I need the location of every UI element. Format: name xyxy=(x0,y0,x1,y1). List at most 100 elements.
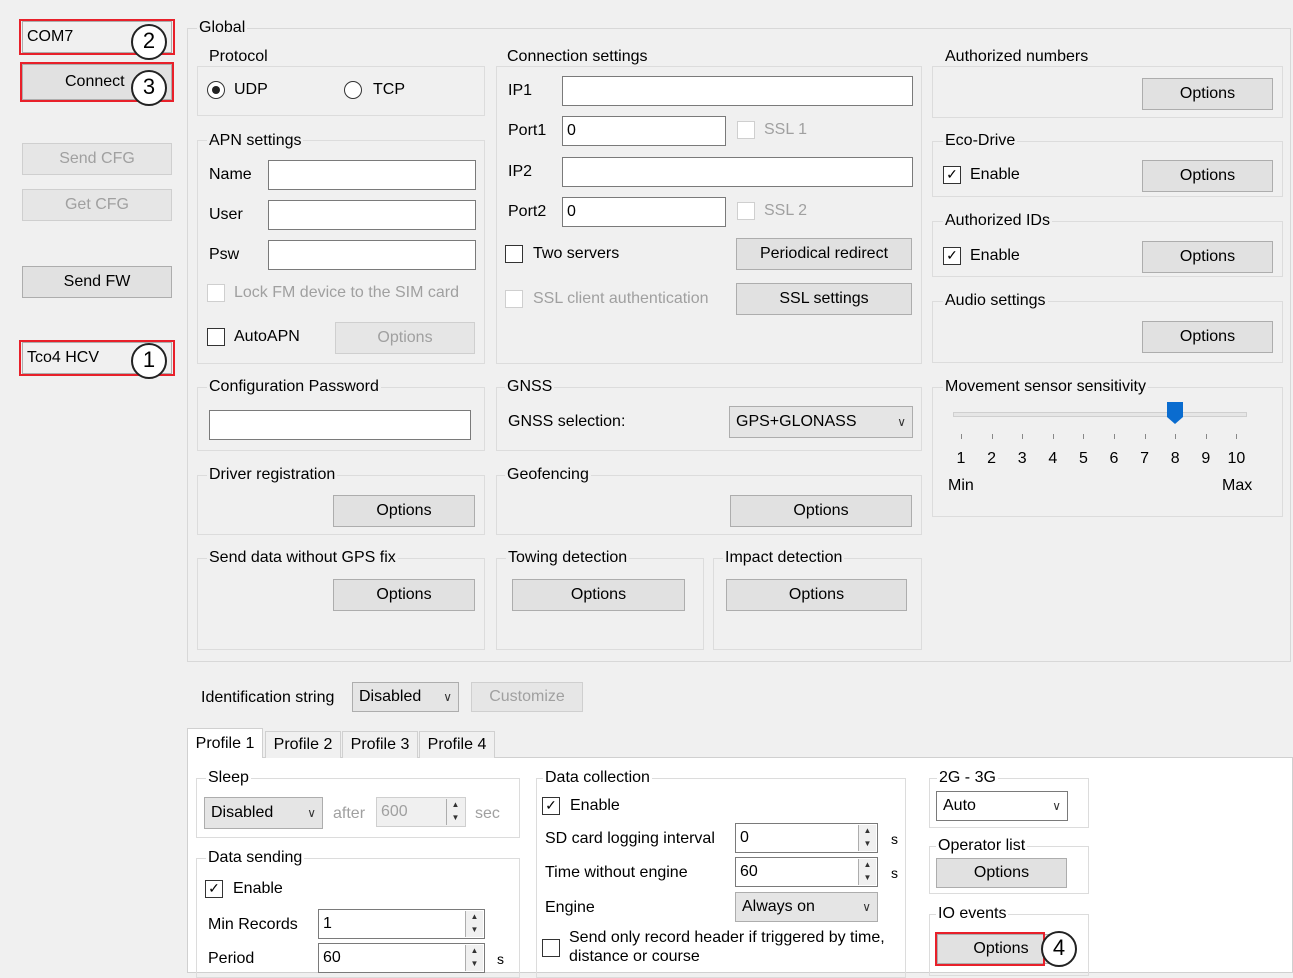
data-sending-enable-checkbox[interactable]: ✓ xyxy=(205,880,223,898)
chevron-down-icon: ∨ xyxy=(307,806,316,820)
slider-tick xyxy=(1083,434,1085,439)
two-servers-label: Two servers xyxy=(533,245,620,262)
port2-input[interactable]: 0 xyxy=(562,197,726,227)
ssl-settings-button[interactable]: SSL settings xyxy=(736,283,912,315)
apn-psw-input[interactable] xyxy=(268,240,476,270)
ip1-input[interactable] xyxy=(562,76,913,106)
ip2-input[interactable] xyxy=(562,157,913,187)
tab-profile-3[interactable]: Profile 3 xyxy=(342,731,418,758)
get-cfg-button[interactable]: Get CFG xyxy=(22,189,172,221)
apn-user-input[interactable] xyxy=(268,200,476,230)
period-input[interactable]: 60 ▲ ▼ xyxy=(318,943,485,973)
geofencing-options-button[interactable]: Options xyxy=(730,495,912,527)
io-events-title: IO events xyxy=(936,905,1009,923)
data-sending-title: Data sending xyxy=(206,849,305,867)
customize-button[interactable]: Customize xyxy=(471,682,583,712)
step-marker-3: 3 xyxy=(131,70,167,106)
towing-options-button[interactable]: Options xyxy=(512,579,685,611)
audio-title: Audio settings xyxy=(943,292,1048,310)
tab-profile-2[interactable]: Profile 2 xyxy=(265,731,341,758)
autoapn-checkbox[interactable] xyxy=(207,328,225,346)
ssl1-checkbox[interactable] xyxy=(737,121,755,139)
authorized-numbers-options-button[interactable]: Options xyxy=(1142,78,1273,110)
tab-profile-4[interactable]: Profile 4 xyxy=(419,731,495,758)
slider-tick-label: 6 xyxy=(1109,450,1119,467)
udp-radio[interactable] xyxy=(207,81,225,99)
gnss-selection-label: GNSS selection: xyxy=(508,413,626,430)
slider-tick xyxy=(991,434,993,439)
movement-slider-track[interactable] xyxy=(953,412,1247,417)
engine-value: Always on xyxy=(742,898,815,915)
chevron-down-icon: ∨ xyxy=(443,690,452,704)
eco-drive-title: Eco-Drive xyxy=(943,132,1018,150)
port1-input[interactable]: 0 xyxy=(562,116,726,146)
two-servers-checkbox[interactable] xyxy=(505,245,523,263)
gnss-selection-dropdown[interactable]: GPS+GLONASS ∨ xyxy=(729,406,913,438)
slider-tick xyxy=(1114,434,1115,439)
sd-logging-spinner[interactable]: ▲ ▼ xyxy=(858,825,876,851)
periodical-redirect-button[interactable]: Periodical redirect xyxy=(736,238,912,270)
lock-sim-checkbox[interactable] xyxy=(207,284,225,302)
min-records-spinner[interactable]: ▲ ▼ xyxy=(465,911,483,937)
network-dropdown[interactable]: Auto ∨ xyxy=(936,791,1068,821)
driver-registration-options-button[interactable]: Options xyxy=(333,495,475,527)
sleep-after-input[interactable]: 600 ▲ ▼ xyxy=(376,797,466,827)
ssl-client-auth-label: SSL client authentication xyxy=(533,290,709,307)
config-password-input[interactable] xyxy=(209,410,471,440)
sd-logging-label: SD card logging interval xyxy=(545,830,715,847)
sleep-after-value: 600 xyxy=(381,803,408,820)
send-cfg-button[interactable]: Send CFG xyxy=(22,143,172,175)
eco-drive-enable-checkbox[interactable]: ✓ xyxy=(943,166,961,184)
slider-tick-label: 9 xyxy=(1201,450,1211,467)
eco-drive-options-button[interactable]: Options xyxy=(1142,160,1273,192)
apn-psw-label: Psw xyxy=(209,246,240,263)
eco-drive-enable-label: Enable xyxy=(970,166,1020,183)
network-value: Auto xyxy=(943,797,976,814)
apn-name-input[interactable] xyxy=(268,160,476,190)
step-marker-2: 2 xyxy=(131,24,167,60)
record-header-checkbox[interactable] xyxy=(542,939,560,957)
audio-options-button[interactable]: Options xyxy=(1142,321,1273,353)
sd-logging-input[interactable]: 0 ▲ ▼ xyxy=(735,823,878,853)
sleep-after-spinner[interactable]: ▲ ▼ xyxy=(446,799,464,825)
send-no-gps-options-button[interactable]: Options xyxy=(333,579,475,611)
identification-label: Identification string xyxy=(201,689,335,706)
chevron-down-icon: ∨ xyxy=(897,415,906,429)
tab-profile-1[interactable]: Profile 1 xyxy=(187,728,263,758)
movement-slider-thumb[interactable] xyxy=(1167,402,1184,424)
period-spinner[interactable]: ▲ ▼ xyxy=(465,945,483,971)
apn-user-label: User xyxy=(209,206,243,223)
min-records-value: 1 xyxy=(323,915,332,932)
tcp-radio[interactable] xyxy=(344,81,362,99)
impact-title: Impact detection xyxy=(723,549,845,567)
sleep-mode-dropdown[interactable]: Disabled ∨ xyxy=(204,797,323,829)
authorized-ids-enable-checkbox[interactable]: ✓ xyxy=(943,247,961,265)
engine-label: Engine xyxy=(545,899,595,916)
slider-tick xyxy=(1052,434,1054,439)
apn-options-button[interactable]: Options xyxy=(335,322,475,354)
data-sending-enable-label: Enable xyxy=(233,880,283,897)
send-fw-button[interactable]: Send FW xyxy=(22,266,172,298)
time-without-engine-spinner[interactable]: ▲ ▼ xyxy=(858,859,876,885)
authorized-ids-options-button[interactable]: Options xyxy=(1142,241,1273,273)
impact-options-button[interactable]: Options xyxy=(726,579,907,611)
ssl2-checkbox[interactable] xyxy=(737,202,755,220)
sleep-unit-label: sec xyxy=(475,805,500,822)
slider-tick-label: 4 xyxy=(1048,450,1058,467)
operator-list-options-button[interactable]: Options xyxy=(936,858,1067,888)
data-collection-enable-checkbox[interactable]: ✓ xyxy=(542,797,560,815)
ssl-client-auth-checkbox[interactable] xyxy=(505,290,523,308)
sleep-after-label: after xyxy=(333,805,366,822)
ssl2-label: SSL 2 xyxy=(764,202,807,219)
operator-list-title: Operator list xyxy=(936,837,1028,855)
protocol-title: Protocol xyxy=(207,48,270,66)
identification-dropdown[interactable]: Disabled ∨ xyxy=(352,682,459,712)
slider-tick xyxy=(1205,434,1207,439)
record-header-label-2: distance or course xyxy=(569,948,700,965)
min-records-label: Min Records xyxy=(208,916,298,933)
engine-dropdown[interactable]: Always on ∨ xyxy=(735,892,878,922)
min-records-input[interactable]: 1 ▲ ▼ xyxy=(318,909,485,939)
time-without-engine-input[interactable]: 60 ▲ ▼ xyxy=(735,857,878,887)
slider-tick xyxy=(961,434,962,439)
record-header-label-1: Send only record header if triggered by … xyxy=(569,929,885,946)
